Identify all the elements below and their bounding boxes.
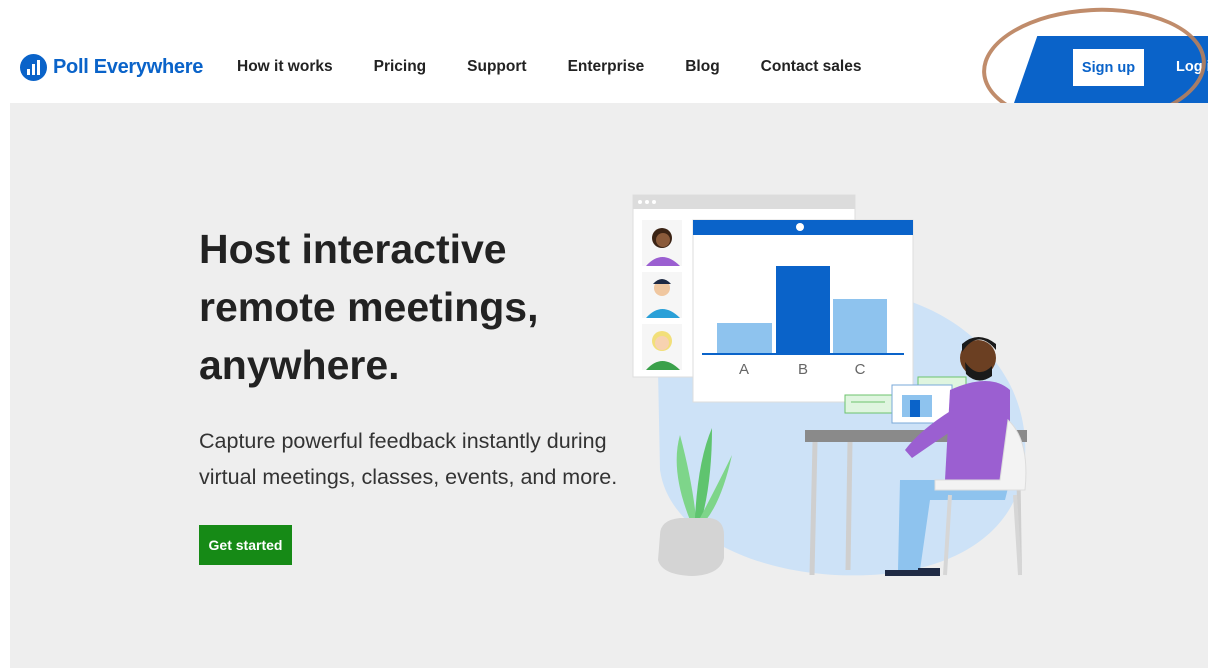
- poll-label-b: B: [798, 361, 808, 378]
- brand-name: Poll Everywhere: [53, 56, 204, 78]
- poll-bar-b: [776, 266, 830, 354]
- poll-bar-c: [833, 299, 887, 354]
- main-nav: How it works Pricing Support Enterprise …: [237, 58, 902, 76]
- nav-support[interactable]: Support: [467, 58, 526, 76]
- poll-logo-icon: [20, 54, 47, 81]
- get-started-button[interactable]: Get started: [199, 525, 292, 565]
- poll-label-c: C: [855, 361, 866, 378]
- nav-how-it-works[interactable]: How it works: [237, 58, 333, 76]
- participant-avatar-2: [642, 272, 682, 318]
- nav-contact-sales[interactable]: Contact sales: [761, 58, 862, 76]
- nav-pricing[interactable]: Pricing: [374, 58, 427, 76]
- hero-subtext: Capture powerful feedback instantly duri…: [199, 429, 618, 489]
- brand-logo[interactable]: Poll Everywhere: [20, 54, 203, 81]
- nav-blog[interactable]: Blog: [685, 58, 719, 76]
- participant-avatar-3: [642, 324, 682, 370]
- poll-bar-a: [717, 323, 772, 354]
- participant-avatar-1: [642, 220, 682, 266]
- nav-enterprise[interactable]: Enterprise: [568, 58, 645, 76]
- poll-label-a: A: [739, 361, 749, 378]
- hero-illustration: A B C: [632, 194, 1027, 576]
- hero-headline: Host interactive remote meetings, anywhe…: [199, 226, 539, 388]
